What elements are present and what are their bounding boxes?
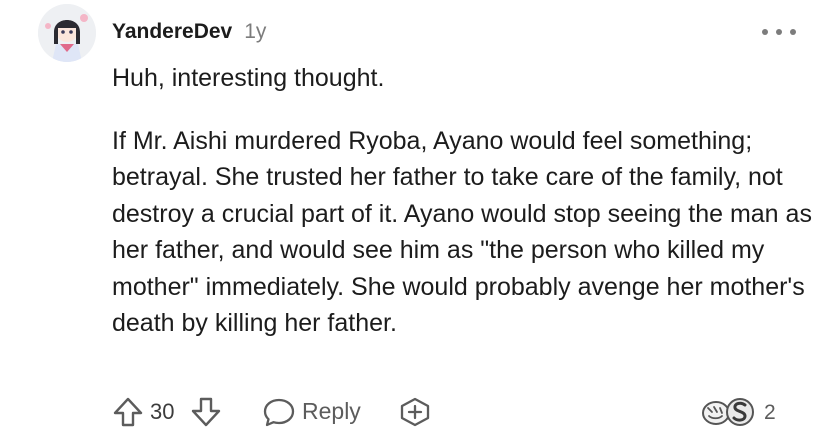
downvote-button[interactable] bbox=[190, 396, 222, 428]
comment-actions: 30 Reply 2 bbox=[112, 394, 812, 430]
upvote-button[interactable] bbox=[112, 396, 144, 428]
comment-paragraph: If Mr. Aishi murdered Ryoba, Ayano would… bbox=[112, 126, 812, 338]
award-badges-icon bbox=[702, 398, 754, 426]
comment-body: Huh, interesting thought. If Mr. Aishi m… bbox=[112, 60, 812, 342]
reply-button[interactable] bbox=[262, 396, 296, 428]
comment-header: YandereDev 1y bbox=[112, 20, 266, 52]
upvote-arrow-icon bbox=[113, 397, 143, 427]
username[interactable]: YandereDev bbox=[112, 20, 232, 44]
add-award-button[interactable] bbox=[398, 396, 432, 428]
dot bbox=[776, 29, 782, 35]
award-count: 2 bbox=[764, 401, 776, 424]
downvote-arrow-icon bbox=[191, 397, 221, 427]
comment-paragraph: Huh, interesting thought. bbox=[112, 64, 385, 92]
more-options-icon[interactable] bbox=[762, 22, 796, 42]
add-award-icon bbox=[400, 397, 430, 427]
avatar[interactable] bbox=[38, 4, 96, 62]
avatar-image bbox=[38, 4, 96, 62]
speech-bubble-icon bbox=[263, 398, 295, 427]
dot bbox=[762, 29, 768, 35]
awards-display[interactable] bbox=[698, 395, 760, 434]
vote-score: 30 bbox=[150, 399, 175, 424]
dot bbox=[790, 29, 796, 35]
reply-label[interactable]: Reply bbox=[302, 398, 361, 425]
comment-age[interactable]: 1y bbox=[244, 20, 266, 44]
